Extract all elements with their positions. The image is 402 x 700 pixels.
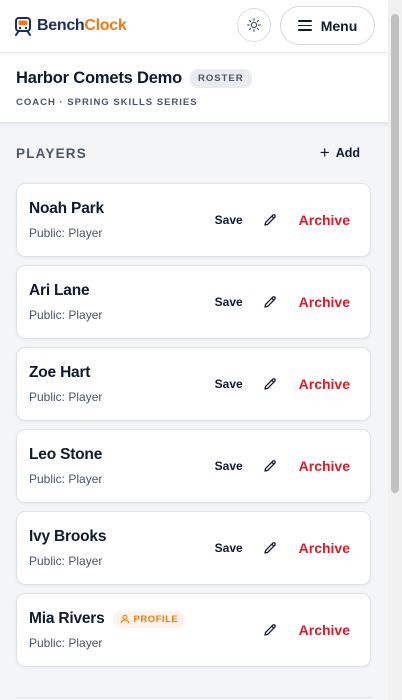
save-button[interactable]: Save — [215, 459, 243, 473]
team-subtitle: COACH · SPRING SKILLS SERIES — [16, 97, 198, 108]
menu-label: Menu — [320, 17, 358, 34]
archive-button[interactable]: Archive — [299, 294, 350, 310]
team-header: Harbor Comets Demo ROSTER COACH · SPRING… — [0, 53, 388, 123]
team-name: Harbor Comets Demo — [16, 69, 183, 87]
player-card: Ivy Brooks Public: Player Save Archive — [16, 511, 371, 585]
archive-button[interactable]: Archive — [299, 376, 350, 392]
add-label: Add — [335, 146, 360, 160]
brand-name: BenchClock — [37, 17, 127, 34]
train-icon — [15, 17, 31, 36]
pencil-icon[interactable] — [262, 376, 278, 392]
next-card-edge — [16, 697, 372, 698]
player-name: Mia Rivers — [29, 610, 105, 627]
roster-badge: ROSTER — [190, 69, 252, 88]
hamburger-icon — [297, 20, 312, 31]
pencil-icon[interactable] — [262, 622, 278, 638]
scrollbar-thumb[interactable] — [391, 14, 399, 493]
player-card: Zoe Hart Public: Player Save Archive — [16, 347, 371, 421]
player-card: Noah Park Public: Player Save Archive — [16, 183, 371, 257]
save-button[interactable]: Save — [215, 295, 243, 309]
profile-badge-label: PROFILE — [133, 613, 179, 625]
player-card: Leo Stone Public: Player Save Archive — [16, 429, 371, 503]
pencil-icon[interactable] — [262, 458, 278, 474]
save-button[interactable]: Save — [215, 213, 243, 227]
archive-button[interactable]: Archive — [299, 540, 350, 556]
plus-icon: + — [319, 143, 330, 162]
sun-icon — [247, 18, 261, 32]
theme-toggle-button[interactable] — [237, 8, 271, 42]
archive-button[interactable]: Archive — [299, 622, 350, 638]
pencil-icon[interactable] — [262, 212, 278, 228]
add-player-button[interactable]: + Add — [319, 143, 360, 162]
top-bar: BenchClock Menu — [0, 0, 388, 53]
player-card: Ari Lane Public: Player Save Archive — [16, 265, 371, 339]
app-root: BenchClock Menu Harbor Comets Demo ROSTE… — [0, 0, 388, 700]
save-button[interactable]: Save — [215, 541, 243, 555]
brand-logo[interactable]: BenchClock — [12, 15, 127, 37]
player-list: Noah Park Public: Player Save Archive Ar… — [0, 183, 388, 667]
players-section-header: PLAYERS + Add — [0, 123, 388, 183]
save-button[interactable]: Save — [215, 377, 243, 391]
pencil-icon[interactable] — [262, 294, 278, 310]
menu-button[interactable]: Menu — [280, 6, 375, 45]
archive-button[interactable]: Archive — [299, 458, 350, 474]
profile-badge: PROFILE — [112, 610, 186, 628]
archive-button[interactable]: Archive — [299, 212, 350, 228]
person-icon — [120, 614, 129, 624]
player-card: Mia Rivers PROFILE Public: Player Archiv… — [16, 593, 371, 667]
pencil-icon[interactable] — [262, 540, 278, 556]
players-title: PLAYERS — [16, 145, 87, 161]
